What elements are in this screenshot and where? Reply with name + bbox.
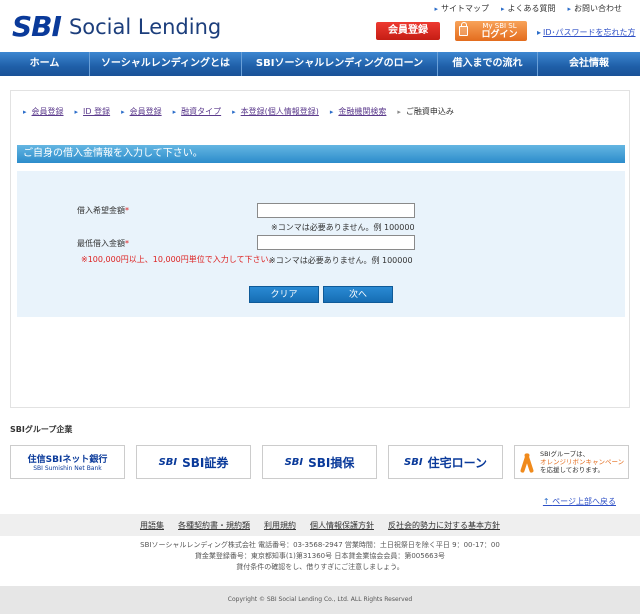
page-top-link[interactable]: ページ上部へ戻る	[543, 496, 616, 507]
breadcrumb-personal-info[interactable]: 本登録(個人情報登録)	[232, 106, 319, 117]
nav-about[interactable]: ソーシャルレンディングとは	[90, 52, 242, 76]
required-mark: *	[125, 206, 129, 215]
securities-banner[interactable]: SBI SBI証券	[136, 445, 251, 479]
orange-ribbon-banner[interactable]: SBIグループは、 オレンジリボンキャンペーン を応援しております。	[514, 445, 629, 479]
sbi-mark: SBI	[158, 456, 178, 468]
next-button[interactable]: 次へ	[323, 286, 393, 303]
faq-link[interactable]: よくある質問	[501, 3, 555, 14]
breadcrumb-loan-type[interactable]: 融資タイプ	[173, 106, 221, 117]
forgot-password-link[interactable]: ID･パスワードを忘れた方	[537, 27, 636, 38]
nav-flow[interactable]: 借入までの流れ	[438, 52, 538, 76]
footer-link-terms[interactable]: 利用規約	[264, 520, 296, 531]
footer-link-glossary[interactable]: 用語集	[140, 520, 164, 531]
desired-amount-label-text: 借入希望金額	[77, 206, 125, 215]
utility-links: サイトマップ よくある質問 お問い合わせ	[434, 3, 622, 14]
logo-mark: SBI	[12, 10, 62, 43]
login-text: My SBI SL ログイン	[472, 22, 527, 40]
lock-icon	[459, 22, 468, 36]
breadcrumb-member-register[interactable]: 会員登録	[23, 106, 64, 117]
netbank-name: 住信SBIネット銀行	[27, 455, 108, 465]
nav-home[interactable]: ホーム	[0, 52, 90, 76]
min-amount-input[interactable]	[257, 235, 415, 250]
ribbon-line2: オレンジリボンキャンペーン	[540, 458, 625, 466]
min-amount-label: 最低借入金額*	[77, 238, 129, 249]
logo-text: Social Lending	[68, 14, 222, 39]
min-amount-warning: ※100,000円以上、10,000円単位で入力して下さい。	[81, 255, 277, 264]
login-button[interactable]: My SBI SL ログイン	[455, 21, 527, 41]
ribbon-text: SBIグループは、 オレンジリボンキャンペーン を応援しております。	[540, 450, 624, 474]
insurance-banner[interactable]: SBI SBI損保	[262, 445, 377, 479]
clear-button[interactable]: クリア	[249, 286, 319, 303]
breadcrumb-member-register-2[interactable]: 会員登録	[121, 106, 162, 117]
main-nav: ホーム ソーシャルレンディングとは SBIソーシャルレンディングのローン 借入ま…	[0, 52, 640, 76]
breadcrumb-bank-search[interactable]: 金融機関検索	[330, 106, 386, 117]
desired-amount-label: 借入希望金額*	[77, 205, 129, 216]
orange-ribbon-icon	[520, 451, 534, 473]
ribbon-line3: を応援しております。	[540, 466, 604, 474]
section-title: ご自身の借入金情報を入力して下さい。	[17, 145, 625, 163]
ribbon-line1: SBIグループは、	[540, 450, 590, 458]
nav-loans[interactable]: SBIソーシャルレンディングのローン	[242, 52, 438, 76]
securities-name: SBI証券	[182, 455, 229, 470]
required-mark: *	[125, 239, 129, 248]
desired-amount-hint: ※コンマは必要ありません。例 100000	[271, 223, 415, 232]
footer-info: SBIソーシャルレンディング株式会社 電話番号：03-3568-2947 営業時…	[0, 540, 640, 573]
netbank-banner[interactable]: 住信SBIネット銀行 SBI Sumishin Net Bank	[10, 445, 125, 479]
housing-loan-banner[interactable]: SBI 住宅ローン	[388, 445, 503, 479]
main-panel: 会員登録 ID 登録 会員登録 融資タイプ 本登録(個人情報登録) 金融機関検索…	[10, 90, 630, 408]
register-button[interactable]: 会員登録	[376, 22, 440, 40]
insurance-name: SBI損保	[308, 455, 355, 470]
footer-info-line2: 貸金業登録番号：東京都知事(1)第31360号 日本貸金業協会会員：第00566…	[194, 552, 446, 560]
contact-link[interactable]: お問い合わせ	[567, 3, 622, 14]
housing-loan-name: 住宅ローン	[427, 455, 487, 470]
min-amount-hint: ※コンマは必要ありません。例 100000	[269, 256, 413, 265]
breadcrumb: 会員登録 ID 登録 会員登録 融資タイプ 本登録(個人情報登録) 金融機関検索…	[23, 106, 465, 117]
site-header: SBI Social Lending サイトマップ よくある質問 お問い合わせ …	[0, 0, 640, 52]
sbi-mark: SBI	[284, 456, 304, 468]
footer-info-line1: SBIソーシャルレンディング株式会社 電話番号：03-3568-2947 営業時…	[140, 541, 500, 549]
sitemap-link[interactable]: サイトマップ	[434, 3, 489, 14]
netbank-name-en: SBI Sumishin Net Bank	[33, 465, 102, 472]
loan-form: 借入希望金額* ※コンマは必要ありません。例 100000 最低借入金額* ※1…	[17, 171, 625, 317]
nav-company[interactable]: 会社情報	[538, 52, 640, 76]
footer-link-contracts[interactable]: 各種契約書・規約類	[178, 520, 250, 531]
login-line2: ログイン	[481, 30, 518, 40]
footer-link-antisocial[interactable]: 反社会的勢力に対する基本方針	[388, 520, 500, 531]
breadcrumb-current: ご融資申込み	[397, 106, 454, 117]
breadcrumb-id-register[interactable]: ID 登録	[75, 106, 110, 117]
footer-links: 用語集 各種契約書・規約類 利用規約 個人情報保護方針 反社会的勢力に対する基本…	[0, 514, 640, 536]
logo[interactable]: SBI Social Lending	[12, 10, 221, 43]
group-title: SBIグループ企業	[10, 425, 73, 434]
sbi-mark: SBI	[404, 456, 423, 468]
footer-link-privacy[interactable]: 個人情報保護方針	[310, 520, 374, 531]
desired-amount-input[interactable]	[257, 203, 415, 218]
min-amount-label-text: 最低借入金額	[77, 239, 125, 248]
copyright: Copyright © SBI Social Lending Co., Ltd.…	[0, 586, 640, 614]
footer-info-line3: 貸付条件の確認をし、借りすぎにご注意しましょう。	[236, 563, 404, 571]
